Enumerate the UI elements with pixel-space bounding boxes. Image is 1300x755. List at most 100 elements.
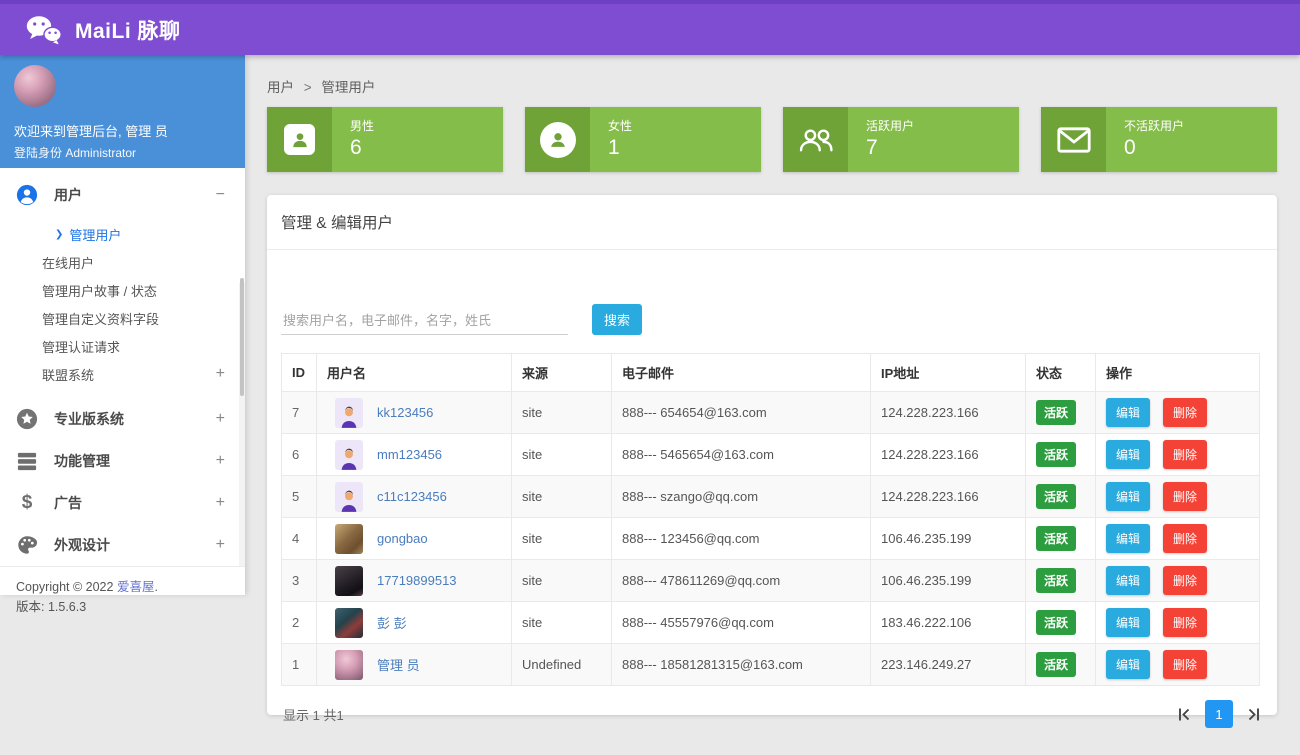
cell-source: site — [512, 518, 612, 560]
edit-button[interactable]: 编辑 — [1106, 398, 1150, 427]
breadcrumb-section[interactable]: 用户 — [267, 80, 294, 95]
col-header-username: 用户名 — [317, 354, 512, 392]
sidebar-group-ads[interactable]: $ 广告 + — [0, 482, 245, 524]
user-avatar — [335, 566, 363, 596]
sidebar-group-pro-system[interactable]: 专业版系统 + — [0, 398, 245, 440]
sidebar-item-user-stories[interactable]: 管理用户故事 / 状态 — [0, 276, 245, 304]
search-input[interactable] — [281, 307, 568, 335]
dollar-icon: $ — [16, 492, 38, 514]
edit-button[interactable]: 编辑 — [1106, 566, 1150, 595]
user-avatar — [335, 650, 363, 680]
expand-plus-icon[interactable]: + — [216, 537, 225, 553]
col-header-actions: 操作 — [1096, 354, 1260, 392]
cell-ip: 124.228.223.166 — [871, 392, 1026, 434]
palette-icon — [16, 534, 38, 556]
star-circle-icon — [16, 408, 38, 430]
stat-label: 不活跃用户 — [1124, 117, 1184, 134]
sidebar-item-custom-fields[interactable]: 管理自定义资料字段 — [0, 304, 245, 332]
stat-card-male: 男性 6 — [267, 107, 503, 172]
first-page-icon[interactable] — [1177, 707, 1192, 722]
col-header-email: 电子邮件 — [612, 354, 871, 392]
sidebar-item-manage-users[interactable]: ❯ 管理用户 — [0, 220, 245, 248]
admin-avatar — [14, 65, 56, 107]
cell-ip: 124.228.223.166 — [871, 434, 1026, 476]
delete-button[interactable]: 删除 — [1163, 482, 1207, 511]
expand-plus-icon[interactable]: + — [216, 495, 225, 511]
envelope-icon — [1041, 107, 1106, 172]
username-link[interactable]: 彭 彭 — [377, 613, 407, 632]
delete-button[interactable]: 删除 — [1163, 566, 1207, 595]
stat-card-inactive-users: 不活跃用户 0 — [1041, 107, 1277, 172]
male-user-icon — [267, 107, 332, 172]
stat-value: 1 — [608, 136, 632, 160]
edit-button[interactable]: 编辑 — [1106, 608, 1150, 637]
wechat-logo-icon — [26, 15, 62, 45]
status-badge: 活跃 — [1036, 400, 1076, 425]
sidebar-item-label: 管理认证请求 — [42, 337, 120, 356]
expand-plus-icon[interactable]: + — [216, 411, 225, 427]
search-button[interactable]: 搜索 — [592, 304, 642, 335]
stat-label: 男性 — [350, 117, 374, 134]
login-role-text: 登陆身份 Administrator — [14, 144, 231, 161]
user-avatar — [335, 482, 363, 512]
stat-value: 6 — [350, 136, 374, 160]
sidebar-item-online-users[interactable]: 在线用户 — [0, 248, 245, 276]
group-label: 专业版系统 — [54, 409, 216, 429]
sidebar-group-appearance[interactable]: 外观设计 + — [0, 524, 245, 566]
delete-button[interactable]: 删除 — [1163, 440, 1207, 469]
edit-button[interactable]: 编辑 — [1106, 440, 1150, 469]
vendor-link[interactable]: 爱喜屋 — [117, 580, 155, 594]
manage-users-panel: 管理 & 编辑用户 搜索 ID 用户名 来源 电子邮件 IP地址 状态 操作 7… — [267, 195, 1277, 715]
col-header-id: ID — [282, 354, 317, 392]
username-link[interactable]: mm123456 — [377, 447, 442, 462]
last-page-icon[interactable] — [1246, 707, 1261, 722]
sidebar-item-label: 管理用户故事 / 状态 — [42, 281, 157, 300]
username-link[interactable]: c11c123456 — [377, 489, 447, 504]
sidebar-scrollbar-thumb[interactable] — [240, 278, 244, 396]
collapse-minus-icon[interactable]: − — [216, 187, 225, 203]
sidebar-group-features[interactable]: 功能管理 + — [0, 440, 245, 482]
stacked-bars-icon — [16, 451, 38, 471]
expand-plus-icon[interactable]: + — [216, 365, 225, 383]
edit-button[interactable]: 编辑 — [1106, 650, 1150, 679]
delete-button[interactable]: 删除 — [1163, 398, 1207, 427]
stat-card-active-users: 活跃用户 7 — [783, 107, 1019, 172]
user-avatar — [335, 440, 363, 470]
cell-id: 5 — [282, 476, 317, 518]
app-header: MaiLi 脉聊 — [0, 0, 1300, 55]
sidebar-group-users[interactable]: 用户 − — [0, 174, 245, 216]
delete-button[interactable]: 删除 — [1163, 650, 1207, 679]
users-group-icon — [783, 107, 848, 172]
username-link[interactable]: gongbao — [377, 531, 428, 546]
sidebar-item-verification-requests[interactable]: 管理认证请求 — [0, 332, 245, 360]
page-number-button[interactable]: 1 — [1205, 700, 1233, 728]
results-summary: 显示 1 共1 — [283, 705, 344, 724]
version-line: 版本: 1.5.6.3 — [16, 597, 229, 617]
delete-button[interactable]: 删除 — [1163, 608, 1207, 637]
breadcrumb: 用户 > 管理用户 — [267, 76, 375, 96]
app-logo: MaiLi 脉聊 — [26, 15, 181, 45]
cell-ip: 106.46.235.199 — [871, 560, 1026, 602]
pagination: 1 — [1177, 700, 1261, 728]
cell-source: site — [512, 560, 612, 602]
cell-email: 888--- 654654@163.com — [612, 392, 871, 434]
delete-button[interactable]: 删除 — [1163, 524, 1207, 553]
edit-button[interactable]: 编辑 — [1106, 482, 1150, 511]
active-chevron-icon: ❯ — [55, 229, 63, 240]
table-row: 4 gongbao site 888--- 123456@qq.com 106.… — [282, 518, 1260, 560]
copyright-line: Copyright © 2022 爱喜屋. — [16, 577, 229, 597]
username-link[interactable]: kk123456 — [377, 405, 433, 420]
col-header-status: 状态 — [1026, 354, 1096, 392]
table-row: 7 kk123456 site 888--- 654654@163.com 12… — [282, 392, 1260, 434]
username-link[interactable]: 管理 员 — [377, 655, 420, 674]
edit-button[interactable]: 编辑 — [1106, 524, 1150, 553]
cell-email: 888--- 123456@qq.com — [612, 518, 871, 560]
sidebar-footer: Copyright © 2022 爱喜屋. 版本: 1.5.6.3 — [0, 566, 245, 631]
expand-plus-icon[interactable]: + — [216, 453, 225, 469]
sidebar-item-affiliate-system[interactable]: 联盟系统 + — [0, 360, 245, 388]
username-link[interactable]: 17719899513 — [377, 573, 457, 588]
group-label: 用户 — [54, 185, 216, 205]
stat-card-female: 女性 1 — [525, 107, 761, 172]
stat-cards-row: 男性 6 女性 1 活跃用户 7 — [267, 107, 1277, 172]
users-submenu: ❯ 管理用户 在线用户 管理用户故事 / 状态 管理自定义资料字段 管理认证请求… — [0, 216, 245, 398]
